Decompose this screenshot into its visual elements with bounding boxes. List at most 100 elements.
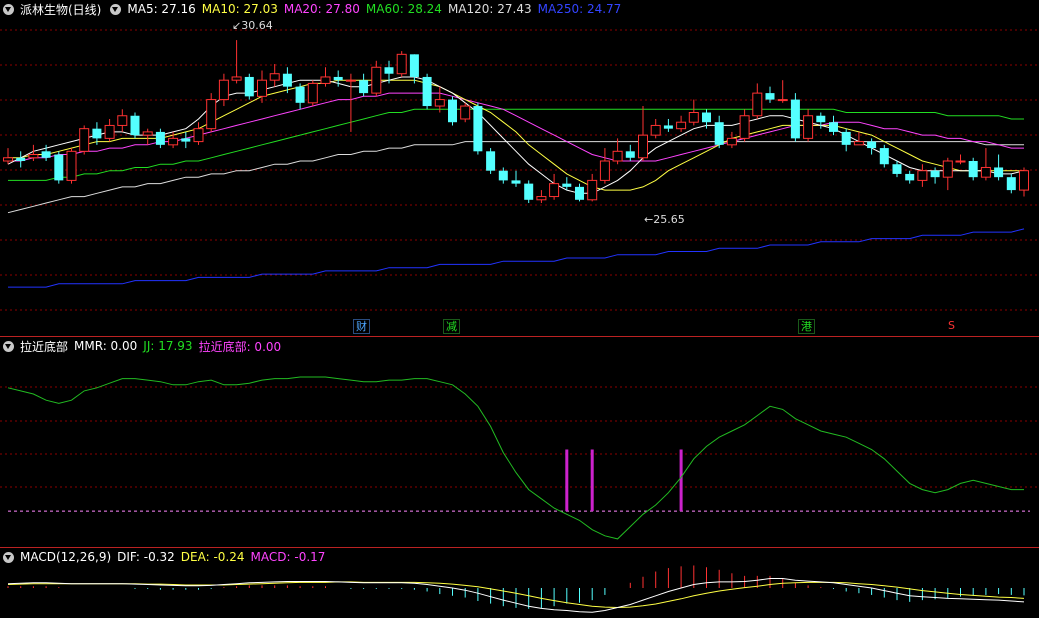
candle-body-up <box>396 53 407 75</box>
candle-body-down <box>16 157 26 161</box>
ma60-label: MA60: 28.24 <box>365 2 442 16</box>
candle-body-down <box>473 106 483 152</box>
candle-body-up <box>955 160 966 163</box>
candle-body-up <box>104 124 115 139</box>
candle-body-up <box>599 160 610 181</box>
candle-body-down <box>625 151 635 158</box>
candle-body-down <box>130 115 140 136</box>
candle-body-up <box>66 150 77 181</box>
high-price-label: ↙30.64 <box>232 19 273 32</box>
mmr-bar <box>565 449 569 512</box>
candle-body-up <box>752 92 763 117</box>
candle-body-down <box>930 170 940 178</box>
ljdb-title: 拉近底部 <box>20 339 69 354</box>
candle-body-down <box>181 138 191 142</box>
dea-label: DEA: -0.24 <box>180 550 245 564</box>
dif-label: DIF: -0.32 <box>117 550 175 564</box>
candle-body-down <box>333 76 343 81</box>
candle-body-down <box>829 122 838 132</box>
candle-body-up <box>371 66 382 94</box>
candlestick-chart[interactable] <box>0 0 1039 336</box>
candle-body-down <box>498 170 508 181</box>
ma10-label: MA10: 27.03 <box>201 2 278 16</box>
candle-body-down <box>968 161 978 178</box>
candle-body-down <box>155 131 165 145</box>
candle-body-down <box>905 173 915 181</box>
candle-body-up <box>638 134 648 159</box>
candle-body-up <box>676 121 687 130</box>
candle-body-up <box>218 79 229 101</box>
candle-body-up <box>536 196 547 201</box>
indicator-pane-macd[interactable]: MACD(12,26,9) DIF: -0.32 DEA: -0.24 MACD… <box>0 548 1039 618</box>
candle-body-down <box>359 80 369 94</box>
candle-body-up <box>269 73 280 81</box>
ljdb-menu-caret-icon[interactable] <box>3 340 14 352</box>
candle-body-up <box>142 131 153 136</box>
candle-body-up <box>231 76 242 81</box>
event-badge-hk[interactable]: 港 <box>798 319 815 334</box>
ljdb-legend: 拉近底部 MMR: 0.00 JJ: 17.93 拉近底部: 0.00 <box>0 337 287 355</box>
candle-body-up <box>917 170 928 181</box>
event-badge-reduce[interactable]: 减 <box>443 319 460 334</box>
jj-label: JJ: 17.93 <box>143 339 193 353</box>
candle-body-down <box>702 112 711 123</box>
candle-body-down <box>841 131 851 145</box>
candle-body-up <box>739 115 750 139</box>
indicator-pane-ljdb[interactable]: 拉近底部 MMR: 0.00 JJ: 17.93 拉近底部: 0.00 <box>0 337 1039 547</box>
candle-body-up <box>193 128 204 143</box>
ljdb-chart[interactable] <box>0 337 1039 547</box>
candle-body-down <box>41 151 51 158</box>
candle-body-up <box>726 137 737 146</box>
event-badge-finance[interactable]: 财 <box>353 319 370 334</box>
candle-body-down <box>282 73 292 87</box>
mmr-label: MMR: 0.00 <box>74 339 138 353</box>
candle-body-up <box>942 160 953 178</box>
macd-menu-caret-icon[interactable] <box>3 551 14 563</box>
main-legend: 派林生物(日线) MA5: 27.16 MA10: 27.03 MA20: 27… <box>0 0 627 18</box>
event-badge-s[interactable]: S <box>946 319 957 332</box>
macd-legend: MACD(12,26,9) DIF: -0.32 DEA: -0.24 MACD… <box>0 548 331 566</box>
candle-body-up <box>307 82 318 104</box>
candle-body-down <box>384 67 394 74</box>
candle-body-down <box>409 54 419 77</box>
candle-body-up <box>117 115 128 126</box>
ma250-line <box>8 228 1025 288</box>
candle-body-down <box>54 154 64 181</box>
candle-body-down <box>790 99 800 139</box>
candle-body-up <box>79 128 90 152</box>
candle-body-up <box>777 99 788 102</box>
candle-body-up <box>688 112 699 123</box>
candle-body-up <box>853 141 864 146</box>
ma120-label: MA120: 27.43 <box>447 2 532 16</box>
macd-value-label: MACD: -0.17 <box>250 550 326 564</box>
mmr-bar <box>590 449 594 512</box>
candle-body-down <box>511 180 521 184</box>
main-chart-pane[interactable]: 派林生物(日线) MA5: 27.16 MA10: 27.03 MA20: 27… <box>0 0 1039 336</box>
jj-line <box>7 376 1024 540</box>
high-arrow-icon: ↙ <box>232 19 242 32</box>
candle-body-down <box>867 141 877 149</box>
candle-body-down <box>448 99 457 123</box>
main-menu-caret-icon[interactable] <box>3 3 14 15</box>
candle-body-up <box>587 179 598 201</box>
candle-body-down <box>486 151 496 171</box>
ma250-label: MA250: 24.77 <box>537 2 622 16</box>
ljdb-value-label: 拉近底部: 0.00 <box>198 339 282 354</box>
candle-body-up <box>650 124 661 136</box>
candle-body-up <box>168 137 179 146</box>
candle-body-up <box>803 115 814 139</box>
ma-menu-caret-icon[interactable] <box>110 3 122 15</box>
ma5-label: MA5: 27.16 <box>127 2 196 16</box>
candle-body-down <box>892 164 902 174</box>
candle-body-down <box>524 183 534 200</box>
candle-body-down <box>92 128 102 139</box>
candle-body-up <box>320 76 331 84</box>
candle-body-down <box>562 183 572 187</box>
candle-body-up <box>980 166 991 178</box>
candle-body-up <box>549 183 560 198</box>
candle-body-down <box>765 93 775 100</box>
candle-body-down <box>879 148 889 165</box>
candle-body-down <box>575 186 584 200</box>
candle-body-down <box>663 125 673 129</box>
candle-body-up <box>28 154 39 159</box>
